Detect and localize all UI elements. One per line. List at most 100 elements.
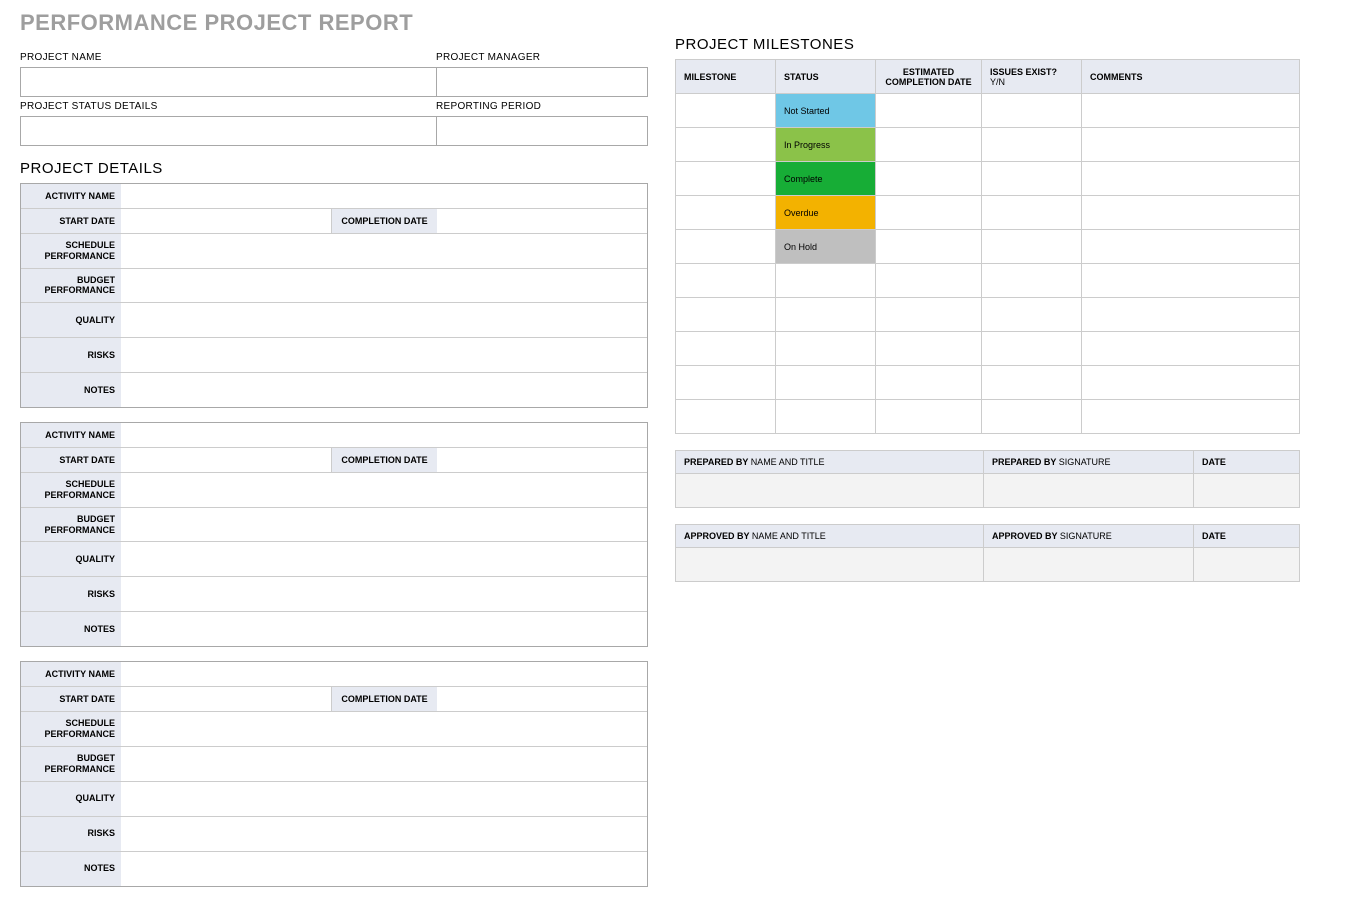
milestone-cell[interactable] <box>676 400 776 434</box>
milestone-cell[interactable] <box>676 94 776 128</box>
notes-input[interactable] <box>121 373 647 407</box>
notes-input[interactable] <box>121 852 647 886</box>
approved-date-input[interactable] <box>1194 548 1300 582</box>
risks-input[interactable] <box>121 817 647 851</box>
comments-cell[interactable] <box>1082 400 1300 434</box>
table-row: Overdue <box>676 196 1300 230</box>
comments-cell[interactable] <box>1082 332 1300 366</box>
milestone-cell[interactable] <box>676 128 776 162</box>
schedule-perf-input[interactable] <box>121 473 647 507</box>
prepared-by-input[interactable] <box>676 474 984 508</box>
activity-name-input[interactable] <box>121 662 647 686</box>
start-date-input[interactable] <box>121 687 331 711</box>
issues-cell[interactable] <box>982 264 1082 298</box>
risks-label: RISKS <box>21 577 121 611</box>
issues-cell[interactable] <box>982 94 1082 128</box>
quality-input[interactable] <box>121 782 647 816</box>
prepared-date-input[interactable] <box>1194 474 1300 508</box>
issues-cell[interactable] <box>982 366 1082 400</box>
budget-perf-input[interactable] <box>121 508 647 542</box>
issues-cell[interactable] <box>982 128 1082 162</box>
risks-input[interactable] <box>121 577 647 611</box>
milestone-cell[interactable] <box>676 230 776 264</box>
comments-cell[interactable] <box>1082 366 1300 400</box>
issues-cell[interactable] <box>982 400 1082 434</box>
milestone-cell[interactable] <box>676 264 776 298</box>
status-cell[interactable]: In Progress <box>776 128 876 162</box>
notes-input[interactable] <box>121 612 647 646</box>
approved-by-label: APPROVED BY NAME AND TITLE <box>676 525 984 548</box>
status-cell[interactable] <box>776 332 876 366</box>
budget-perf-input[interactable] <box>121 747 647 781</box>
issues-cell[interactable] <box>982 298 1082 332</box>
status-cell[interactable]: Overdue <box>776 196 876 230</box>
completion-date-input[interactable] <box>437 687 647 711</box>
comments-cell[interactable] <box>1082 128 1300 162</box>
approved-sig-input[interactable] <box>984 548 1194 582</box>
issues-cell[interactable] <box>982 230 1082 264</box>
quality-input[interactable] <box>121 303 647 337</box>
project-name-input[interactable] <box>20 67 436 97</box>
activity-name-label: ACTIVITY NAME <box>21 662 121 686</box>
project-manager-label: PROJECT MANAGER <box>436 48 648 67</box>
ecd-cell[interactable] <box>876 332 982 366</box>
ecd-cell[interactable] <box>876 264 982 298</box>
budget-perf-input[interactable] <box>121 269 647 303</box>
issues-cell[interactable] <box>982 332 1082 366</box>
ecd-cell[interactable] <box>876 230 982 264</box>
risks-input[interactable] <box>121 338 647 372</box>
status-cell[interactable] <box>776 400 876 434</box>
comments-cell[interactable] <box>1082 230 1300 264</box>
milestone-cell[interactable] <box>676 332 776 366</box>
reporting-period-input[interactable] <box>436 116 648 146</box>
milestone-cell[interactable] <box>676 162 776 196</box>
table-row: On Hold <box>676 230 1300 264</box>
activity-name-input[interactable] <box>121 184 647 208</box>
project-details-title: PROJECT DETAILS <box>20 160 648 177</box>
project-manager-input[interactable] <box>436 67 648 97</box>
start-date-input[interactable] <box>121 448 331 472</box>
schedule-perf-input[interactable] <box>121 712 647 746</box>
ecd-cell[interactable] <box>876 298 982 332</box>
project-name-label: PROJECT NAME <box>20 48 436 67</box>
risks-label: RISKS <box>21 338 121 372</box>
ecd-cell[interactable] <box>876 196 982 230</box>
milestone-cell[interactable] <box>676 366 776 400</box>
start-date-label: START DATE <box>21 687 121 711</box>
status-cell[interactable]: Not Started <box>776 94 876 128</box>
ecd-cell[interactable] <box>876 366 982 400</box>
schedule-perf-input[interactable] <box>121 234 647 268</box>
status-cell[interactable] <box>776 264 876 298</box>
activity-name-label: ACTIVITY NAME <box>21 423 121 447</box>
start-date-input[interactable] <box>121 209 331 233</box>
prepared-by-label: PREPARED BY NAME AND TITLE <box>676 451 984 474</box>
milestones-title: PROJECT MILESTONES <box>675 36 1300 53</box>
comments-cell[interactable] <box>1082 298 1300 332</box>
approved-by-input[interactable] <box>676 548 984 582</box>
budget-perf-label: BUDGET PERFORMANCE <box>21 269 121 303</box>
completion-date-input[interactable] <box>437 448 647 472</box>
status-cell[interactable]: On Hold <box>776 230 876 264</box>
project-status-input[interactable] <box>20 116 436 146</box>
comments-cell[interactable] <box>1082 196 1300 230</box>
ecd-cell[interactable] <box>876 94 982 128</box>
comments-cell[interactable] <box>1082 264 1300 298</box>
prepared-by-table: PREPARED BY NAME AND TITLE PREPARED BY S… <box>675 450 1300 508</box>
activity-name-input[interactable] <box>121 423 647 447</box>
ecd-cell[interactable] <box>876 400 982 434</box>
ecd-cell[interactable] <box>876 162 982 196</box>
status-cell[interactable] <box>776 298 876 332</box>
status-cell[interactable] <box>776 366 876 400</box>
quality-input[interactable] <box>121 542 647 576</box>
completion-date-input[interactable] <box>437 209 647 233</box>
status-cell[interactable]: Complete <box>776 162 876 196</box>
milestone-cell[interactable] <box>676 298 776 332</box>
milestone-header: MILESTONE <box>676 60 776 94</box>
ecd-cell[interactable] <box>876 128 982 162</box>
issues-cell[interactable] <box>982 196 1082 230</box>
issues-cell[interactable] <box>982 162 1082 196</box>
comments-cell[interactable] <box>1082 94 1300 128</box>
comments-cell[interactable] <box>1082 162 1300 196</box>
prepared-sig-input[interactable] <box>984 474 1194 508</box>
milestone-cell[interactable] <box>676 196 776 230</box>
